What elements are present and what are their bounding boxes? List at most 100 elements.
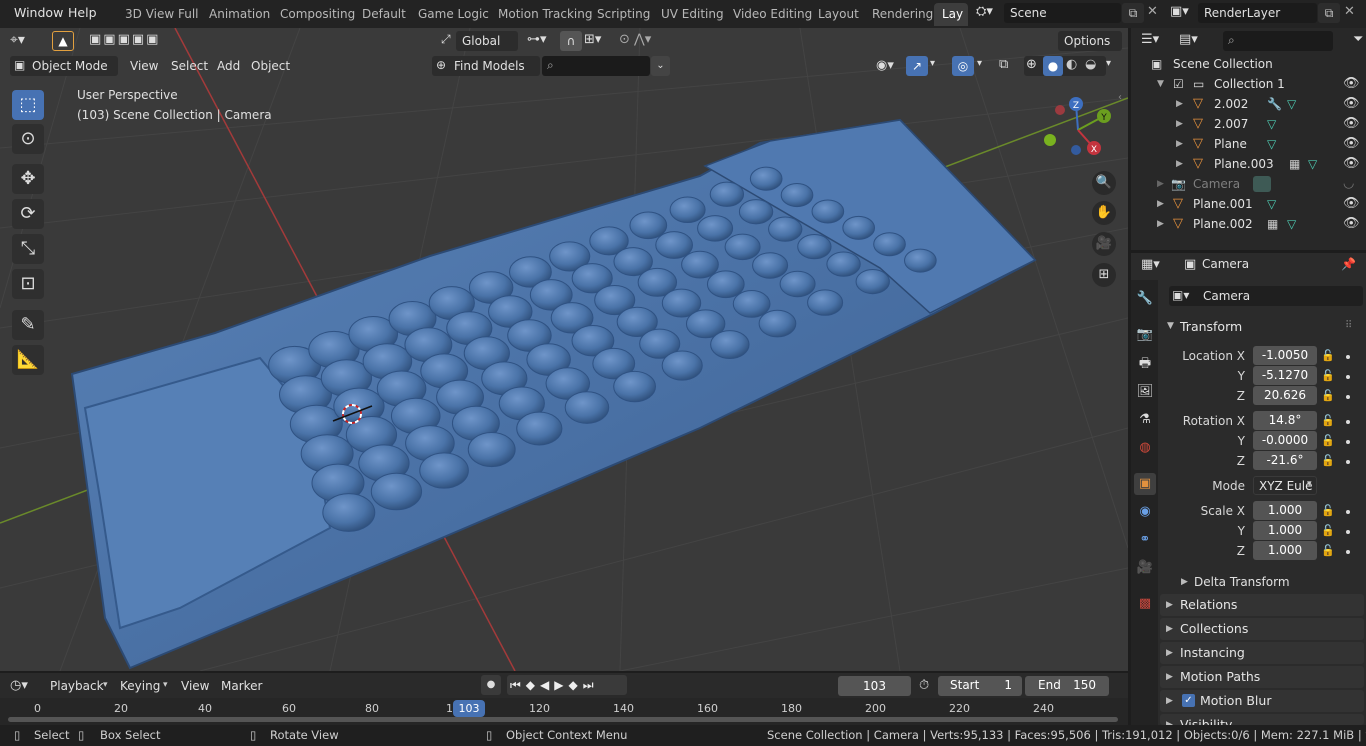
keyframe-dot-icon[interactable] <box>1346 530 1350 534</box>
tab-layout[interactable]: Layout <box>810 3 867 26</box>
render-layer-field[interactable]: RenderLayer <box>1198 3 1317 23</box>
output-tab-icon[interactable]: 🖶 <box>1134 353 1156 375</box>
tab-game-logic[interactable]: Game Logic <box>410 3 497 26</box>
sidebar-toggle-icon[interactable]: ‹ <box>1118 92 1122 103</box>
outliner-item[interactable]: ▶ ▽ 2.002 🔧 ▽ 👁 <box>1131 94 1366 114</box>
marker-menu[interactable]: Marker <box>221 679 262 693</box>
wireframe-shading-icon[interactable]: ⊕ <box>1026 57 1037 72</box>
orientation-dropdown[interactable]: Global <box>456 31 518 51</box>
tab-rendering[interactable]: Rendering <box>864 3 941 26</box>
location-y-field[interactable]: -5.1270 <box>1253 366 1317 385</box>
transform-panel-title[interactable]: Transform <box>1180 319 1242 334</box>
object-menu[interactable]: Object <box>251 59 290 73</box>
outliner-item[interactable]: ▶ ▽ Plane.003 ▦ ▽ 👁 <box>1131 154 1366 174</box>
shading-chevron-icon[interactable]: ▾ <box>1106 58 1111 69</box>
playback-menu[interactable]: Playback <box>44 676 112 696</box>
rendered-shading-icon[interactable]: ◒ <box>1085 57 1096 72</box>
tab-default[interactable]: Default <box>354 3 414 26</box>
eye-icon[interactable]: 👁 <box>1343 94 1360 114</box>
scene-field[interactable]: Scene <box>1004 3 1121 23</box>
eye-icon[interactable]: 👁 <box>1343 134 1360 154</box>
world-tab-icon[interactable]: ◍ <box>1134 437 1156 459</box>
panel-visibility[interactable]: ▶ Visibility <box>1160 714 1364 725</box>
perspective-grid-icon[interactable]: ⊞ <box>1092 263 1116 287</box>
select-tool-icon[interactable]: ▲ <box>52 31 74 51</box>
rotation-y-field[interactable]: -0.0000 <box>1253 431 1317 450</box>
render-tab-icon[interactable]: 📷 <box>1134 324 1156 346</box>
outliner-item[interactable]: ▶ 📷 Camera ◡ <box>1131 174 1366 194</box>
material-shading-icon[interactable]: ◐ <box>1066 57 1077 72</box>
transform-expand-icon[interactable]: ▼ <box>1167 321 1174 331</box>
playhead[interactable]: 103 <box>453 700 485 717</box>
pivot-icon[interactable]: ⊶▾ <box>527 32 547 47</box>
zoom-icon[interactable]: 🔍 <box>1092 171 1116 195</box>
select-box-tool[interactable]: ⬚ <box>12 90 44 120</box>
mode-dropdown[interactable]: Object Mode <box>10 56 118 76</box>
current-frame-field[interactable]: 103 <box>838 676 911 696</box>
outliner-item[interactable]: ▶ ▽ Plane.002 ▦ ▽ 👁 <box>1131 214 1366 234</box>
checkbox-icon[interactable]: ☑ <box>1173 74 1184 94</box>
record-icon[interactable]: ● <box>481 675 501 695</box>
find-models-search[interactable] <box>542 56 650 76</box>
start-field[interactable]: Start 1 <box>938 676 1022 696</box>
object-name-field[interactable] <box>1169 286 1363 306</box>
cursor-tool[interactable]: ⊙ <box>12 124 44 154</box>
pin-icon[interactable]: 📌 <box>1341 257 1356 271</box>
measure-tool[interactable]: 📐 <box>12 345 44 375</box>
lock-icon[interactable]: 🔓 <box>1321 389 1335 402</box>
tab-scripting[interactable]: Scripting <box>589 3 658 26</box>
orientation-icon[interactable]: ⤢ <box>441 32 451 47</box>
outliner-scene-collection[interactable]: ▣ Scene Collection <box>1131 54 1366 74</box>
add-menu[interactable]: Add <box>217 59 240 73</box>
tab-animation[interactable]: Animation <box>201 3 278 26</box>
lock-icon[interactable]: 🔓 <box>1321 504 1335 517</box>
outliner-search[interactable] <box>1223 31 1333 51</box>
render-layer-icon[interactable]: ▣▾ <box>1170 4 1189 19</box>
scale-x-field[interactable]: 1.000 <box>1253 501 1317 520</box>
panel-relations[interactable]: ▶ Relations <box>1160 594 1364 616</box>
tab-3d-view-full[interactable]: 3D View Full <box>117 3 207 26</box>
panel-motion-blur[interactable]: ▶ ✓ Motion Blur <box>1160 690 1364 712</box>
keyframe-dot-icon[interactable] <box>1346 440 1350 444</box>
tool-tab-icon[interactable]: 🔧 <box>1134 288 1156 310</box>
pan-hand-icon[interactable]: ✋ <box>1092 201 1116 225</box>
lock-icon[interactable]: 🔓 <box>1321 369 1335 382</box>
rotate-tool[interactable]: ⟳ <box>12 199 44 229</box>
proportional-icon[interactable]: ⊙ ⋀▾ <box>619 32 651 47</box>
expand-icon[interactable]: ▼ <box>1157 74 1164 94</box>
eye-icon[interactable]: 👁 <box>1343 154 1360 174</box>
playback-controls[interactable]: ⏮◆◀▶◆⏭ <box>507 675 627 695</box>
visibility-icon[interactable]: ◉▾ <box>876 58 894 73</box>
filter-icon[interactable]: ⏷ <box>1353 32 1363 47</box>
lock-icon[interactable]: 🔓 <box>1321 454 1335 467</box>
timeline-view-menu[interactable]: View <box>181 679 209 693</box>
keyframe-dot-icon[interactable] <box>1346 550 1350 554</box>
timeline-scrollbar[interactable] <box>8 717 1118 722</box>
display-mode-icon[interactable]: ▤▾ <box>1179 32 1198 47</box>
end-field[interactable]: End 150 <box>1025 676 1109 696</box>
scale-y-field[interactable]: 1.000 <box>1253 521 1317 540</box>
scene-icon[interactable]: ⛭▾ <box>976 4 993 19</box>
lock-icon[interactable]: 🔓 <box>1321 544 1335 557</box>
select-menu[interactable]: Select <box>171 59 208 73</box>
move-tool[interactable]: ✥ <box>12 164 44 194</box>
panel-collections[interactable]: ▶ Collections <box>1160 618 1364 640</box>
snap-icon[interactable]: ∩ <box>560 31 582 51</box>
outliner-item[interactable]: ▶ ▽ Plane ▽ 👁 <box>1131 134 1366 154</box>
location-x-field[interactable]: -1.0050 <box>1253 346 1317 365</box>
annotate-tool[interactable]: ✎ <box>12 310 44 340</box>
tab-motion-tracking[interactable]: Motion Tracking <box>490 3 600 26</box>
lock-icon[interactable]: 🔓 <box>1321 434 1335 447</box>
rotation-x-field[interactable]: 14.8° <box>1253 411 1317 430</box>
xray-icon[interactable]: ⧉ <box>999 57 1008 72</box>
panel-instancing[interactable]: ▶ Instancing <box>1160 642 1364 664</box>
scene-tab-icon[interactable]: ⚗ <box>1134 409 1156 431</box>
location-z-field[interactable]: 20.626 <box>1253 386 1317 405</box>
outliner-collection-1[interactable]: ▼ ☑ ▭ Collection 1 👁 <box>1131 74 1366 94</box>
overlay-toggle-icon[interactable]: ◎ <box>952 56 974 76</box>
scale-z-field[interactable]: 1.000 <box>1253 541 1317 560</box>
lock-icon[interactable]: 🔓 <box>1321 524 1335 537</box>
object-tab-icon[interactable]: ▣ <box>1134 473 1156 495</box>
motion-blur-checkbox[interactable]: ✓ <box>1182 694 1195 707</box>
chevron-down-icon[interactable]: ⌄ <box>651 56 670 76</box>
